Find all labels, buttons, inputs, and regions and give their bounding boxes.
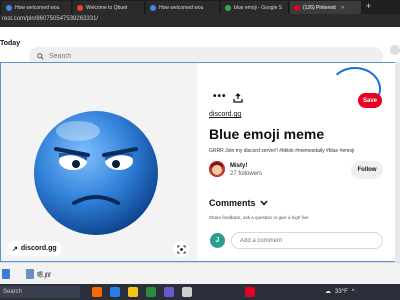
comment-input[interactable] — [231, 232, 383, 249]
follower-count: 27 followers — [230, 171, 263, 177]
angry-blue-emoji-image — [34, 111, 158, 235]
download-file-name: 嗯.jfif — [37, 272, 51, 279]
close-tab-icon[interactable]: ✕ — [341, 5, 345, 11]
taskbar-search[interactable]: Search — [0, 286, 80, 298]
pin-detail-panel: ••• Save discord.gg Blue emoji meme GRRR… — [206, 63, 396, 261]
source-link-badge[interactable]: ↗ discord.gg — [7, 241, 62, 256]
pin-title: Blue emoji meme — [209, 126, 325, 142]
taskbar-app-icon[interactable] — [92, 287, 102, 297]
tab-label: How welcomed wou — [159, 4, 204, 11]
visual-search-icon[interactable] — [173, 241, 189, 257]
taskbar-app-icon[interactable] — [146, 287, 156, 297]
comments-toggle[interactable]: Comments — [209, 198, 268, 208]
profile-avatar[interactable] — [390, 45, 400, 55]
tab-label: blue emoji - Google S — [234, 4, 283, 11]
pin-card: ↗ discord.gg ••• Save discord.gg Blue em… — [0, 62, 397, 262]
browser-tab-2[interactable]: Welcome to Qbuet — [73, 1, 145, 14]
browser-tab-1[interactable]: How welcomed wou — [2, 1, 72, 14]
new-tab-button[interactable]: + — [366, 1, 371, 12]
share-icon[interactable] — [233, 93, 243, 103]
tab-label: (126) Pinterest — [303, 4, 336, 11]
save-button[interactable]: Save — [358, 93, 382, 108]
tab-favicon-icon — [150, 4, 156, 11]
tab-favicon-icon — [77, 4, 83, 11]
chrome-app-icon[interactable] — [245, 287, 255, 297]
tab-label: Welcome to Qbuet — [86, 4, 128, 11]
system-tray[interactable]: ☁ 33°F ^ — [325, 288, 355, 296]
tab-favicon-icon — [225, 4, 231, 11]
user-avatar[interactable] — [209, 161, 225, 177]
pin-description: GRRR Join my discord server!! #tiktok #m… — [209, 148, 355, 154]
browser-tab-pinterest[interactable]: (126) Pinterest ✕ — [290, 1, 362, 14]
lens-icon — [176, 244, 186, 254]
taskbar-app-icon[interactable] — [164, 287, 174, 297]
source-badge-label: discord.gg — [20, 245, 57, 252]
download-item-partial[interactable] — [2, 267, 10, 281]
commenter-avatar: J — [210, 233, 225, 248]
file-explorer-icon[interactable] — [128, 287, 138, 297]
source-link[interactable]: discord.gg — [209, 111, 241, 118]
taskbar-search-label: Search — [3, 289, 23, 295]
comments-heading: Comments — [209, 198, 256, 208]
chevron-down-icon — [259, 200, 268, 206]
image-file-icon — [26, 269, 34, 279]
taskbar-app-icon[interactable] — [182, 287, 192, 297]
follow-button[interactable]: Follow — [351, 161, 383, 179]
browser-tab-4[interactable]: blue emoji - Google S — [221, 1, 289, 14]
pinterest-header: Today — [0, 27, 400, 66]
search-icon — [37, 53, 44, 60]
user-name[interactable]: Misty! — [230, 163, 247, 169]
tab-label: How welcomed wou — [15, 4, 60, 11]
pin-image[interactable]: ↗ discord.gg — [1, 63, 197, 261]
avatar-image — [209, 161, 225, 177]
search-input[interactable] — [49, 53, 249, 60]
address-bar[interactable]: rest.com/pin/860750547539263331/ — [0, 14, 400, 27]
pinterest-favicon-icon — [294, 4, 300, 11]
arrow-up-right-icon: ↗ — [12, 245, 18, 253]
download-bar: 嗯.jfif — [0, 262, 400, 284]
download-item[interactable]: 嗯.jfif — [26, 267, 51, 281]
url-text[interactable]: rest.com/pin/860750547539263331/ — [2, 16, 98, 22]
tab-favicon-icon — [6, 4, 12, 11]
browser-tab-3[interactable]: How welcomed wou — [146, 1, 220, 14]
taskbar-app-icon[interactable] — [110, 287, 120, 297]
chevron-up-icon: ^ — [351, 288, 355, 295]
windows-taskbar: Search ☁ 33°F ^ — [0, 284, 400, 300]
browser-tab-strip: How welcomed wou Welcome to Qbuet How we… — [0, 0, 400, 14]
temperature-text: 33°F — [335, 288, 348, 295]
comments-hint: Share feedback, ask a question or give a… — [209, 215, 309, 220]
file-icon — [2, 269, 10, 279]
scrollbar[interactable] — [395, 62, 400, 262]
nav-today[interactable]: Today — [0, 40, 20, 47]
weather-icon: ☁ — [325, 289, 331, 295]
more-options-button[interactable]: ••• — [213, 91, 227, 102]
